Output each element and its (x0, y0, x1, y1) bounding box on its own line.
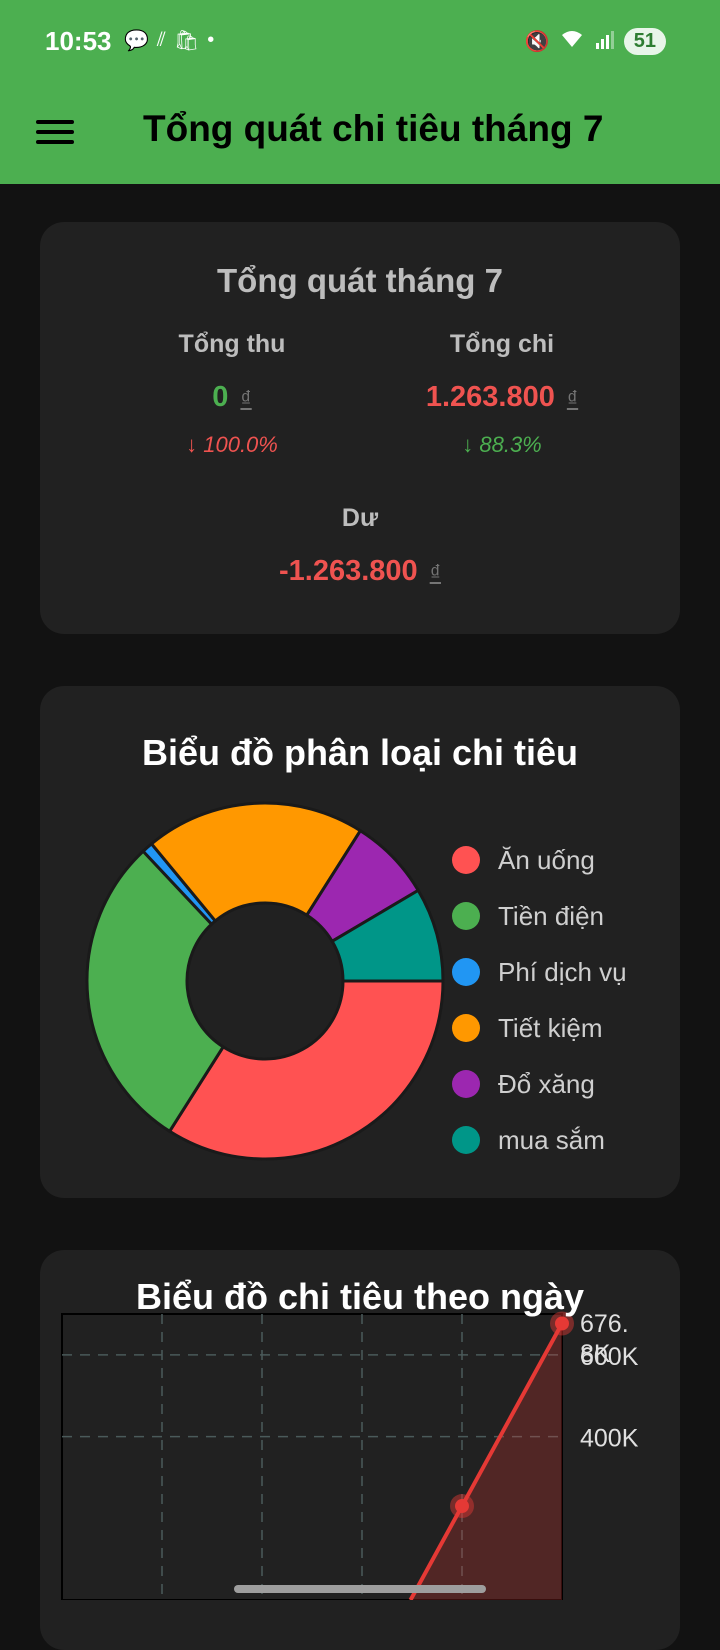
mute-icon: 🔇 (524, 31, 550, 53)
page-title: Tổng quát chi tiêu tháng 7 (143, 108, 604, 149)
legend-item: Tiền điện (452, 888, 627, 944)
daily-chart-title: Biểu đồ chi tiêu theo ngày (135, 1276, 585, 1317)
category-chart-title: Biểu đồ phân loại chi tiêu (141, 732, 579, 773)
home-indicator[interactable] (234, 1585, 486, 1593)
data-point (455, 1499, 469, 1514)
income-column: Tổng thu 0 ₫ ↓ 100.0% (112, 330, 352, 458)
legend-dot (452, 846, 480, 874)
summary-card: Tổng quát tháng 7 Tổng thu 0 ₫ ↓ 100.0% T… (40, 222, 680, 634)
expense-label: Tổng chi (449, 330, 555, 358)
expense-change: ↓ 88.3% (462, 432, 542, 457)
legend-label: Ăn uống (498, 844, 595, 875)
legend-dot (452, 902, 480, 930)
shop-icon: 🛍 (173, 30, 200, 52)
legend-dot (452, 958, 480, 986)
legend-item: Đổ xăng (452, 1056, 627, 1112)
currency-symbol: ₫ (429, 560, 441, 585)
balance-value: -1.263.800 ₫ (279, 555, 441, 587)
income-value: 0 ₫ (212, 381, 252, 413)
legend-item: Ăn uống (452, 832, 627, 888)
legend-label: Đổ xăng (498, 1068, 595, 1099)
legend-dot (452, 1070, 480, 1098)
legend-dot (452, 1126, 480, 1154)
currency-symbol: ₫ (240, 386, 252, 411)
wifi-icon (560, 29, 584, 55)
app-bar: Tổng quát chi tiêu tháng 7 (0, 84, 720, 184)
pie-slice (167, 979, 445, 1161)
expense-column: Tổng chi 1.263.800 ₫ ↓ 88.3% (342, 330, 662, 458)
status-left-icons: 💬 ⫽ 🛍 • (124, 28, 214, 53)
dot-icon: • (207, 29, 215, 51)
menu-icon[interactable] (36, 114, 76, 154)
battery-indicator: 51 (623, 28, 666, 55)
cell-signal-icon (594, 29, 614, 55)
chat-icon: 💬 (124, 30, 149, 52)
category-pie-chart (85, 801, 445, 1161)
legend-item: Tiết kiệm (452, 1000, 627, 1056)
income-label: Tổng thu (178, 330, 286, 358)
legend-item: Phí dịch vụ (452, 944, 627, 1000)
legend-label: mua sắm (498, 1124, 605, 1155)
legend-label: Tiền điện (498, 900, 604, 931)
legend-item: mua sắm (452, 1112, 627, 1168)
legend-label: Phí dịch vụ (498, 956, 627, 987)
status-right-icons: 🔇 51 (525, 28, 666, 55)
category-legend: Ăn uống Tiền điện Phí dịch vụ Tiết kiệm … (452, 832, 627, 1168)
category-chart-card: Biểu đồ phân loại chi tiêu Ăn uống Tiền … (40, 686, 680, 1198)
data-point (555, 1316, 569, 1331)
status-time: 10:53 (45, 26, 112, 56)
data-label: 8K (580, 1340, 611, 1368)
signal-bars-icon: ⫽ (156, 29, 166, 51)
legend-dot (452, 1014, 480, 1042)
y-tick-label: 400K (580, 1425, 639, 1453)
currency-symbol: ₫ (566, 386, 579, 411)
status-bar: 10:53 💬 ⫽ 🛍 • 🔇 51 (0, 0, 720, 84)
balance-label: Dư (341, 504, 379, 532)
summary-title: Tổng quát tháng 7 (217, 262, 503, 299)
expense-value: 1.263.800 ₫ (425, 381, 579, 413)
income-change: ↓ 100.0% (186, 432, 278, 457)
balance-column: Dư -1.263.800 ₫ (200, 504, 520, 588)
legend-label: Tiết kiệm (498, 1012, 603, 1043)
